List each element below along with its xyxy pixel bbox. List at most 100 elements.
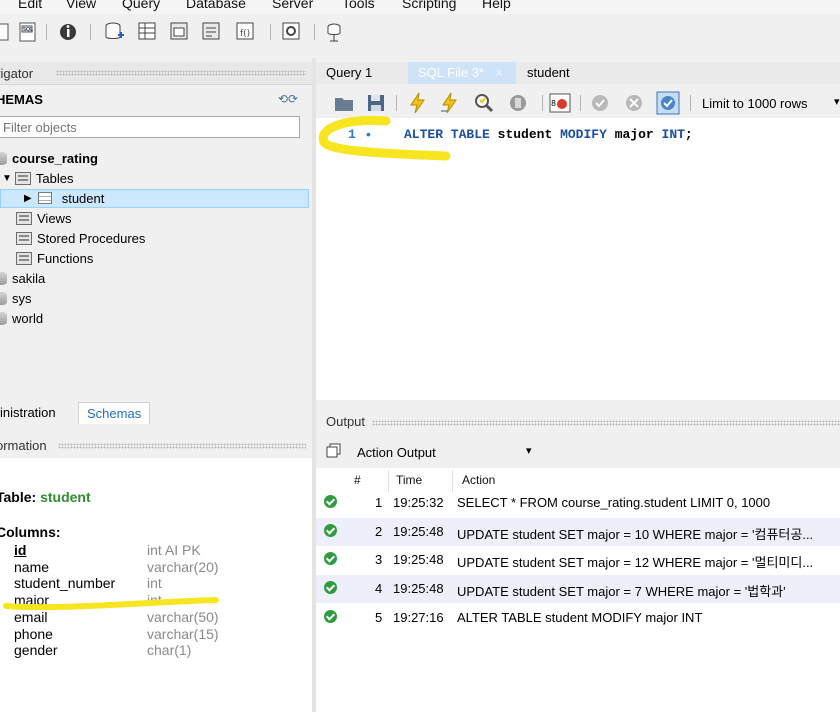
output-type-select[interactable]: Action Output ▾ bbox=[350, 440, 540, 462]
row-time: 19:27:16 bbox=[393, 609, 444, 625]
dropdown-arrow-icon: ▾ bbox=[834, 96, 840, 108]
column-type: int AI PK bbox=[147, 542, 201, 558]
explain-icon[interactable] bbox=[472, 91, 496, 115]
refresh-icon[interactable]: ⟲⟳ bbox=[278, 92, 298, 106]
success-check-icon bbox=[324, 495, 337, 508]
table-row[interactable]: 2 19:25:48 UPDATE student SET major = 10 W… bbox=[316, 517, 840, 546]
create-schema-icon[interactable] bbox=[102, 20, 126, 44]
tree-item-functions[interactable]: Functions bbox=[16, 248, 93, 268]
navigator-title: vigator bbox=[0, 66, 34, 81]
table-row[interactable]: 5 19:27:16 ALTER TABLE student MODIFY majo… bbox=[316, 604, 840, 632]
sql-editor[interactable]: 1 • ALTER TABLE student MODIFY major INT… bbox=[316, 115, 840, 400]
database-icon bbox=[0, 311, 7, 325]
open-sql-script-icon[interactable]: SQL bbox=[16, 20, 40, 44]
row-action: ALTER TABLE student MODIFY major INT bbox=[457, 609, 703, 625]
folder-icon bbox=[16, 231, 32, 245]
action-output-table: # Time Action 1 19:25:32 SELECT * FROM cou… bbox=[316, 468, 840, 712]
menu-view[interactable]: View bbox=[66, 0, 96, 11]
success-check-icon bbox=[324, 552, 337, 566]
new-connection-icon[interactable] bbox=[0, 20, 14, 44]
tree-item-label: sakila bbox=[12, 270, 46, 286]
tab-schemas[interactable]: Schemas bbox=[78, 402, 151, 424]
menu-edit[interactable]: Edit bbox=[18, 0, 42, 11]
column-name: student_number bbox=[14, 575, 116, 592]
create-view-icon[interactable] bbox=[168, 20, 192, 44]
limit-rows-label: Limit to 1000 rows bbox=[702, 96, 808, 111]
reconnect-icon[interactable] bbox=[322, 20, 346, 44]
limit-rows-select[interactable]: Limit to 1000 rows ▾ bbox=[698, 92, 840, 114]
filter-objects-input[interactable] bbox=[0, 116, 300, 138]
row-time: 19:25:48 bbox=[393, 581, 444, 597]
inspector-icon[interactable] bbox=[56, 20, 80, 44]
database-icon bbox=[0, 151, 7, 165]
table-icon bbox=[37, 192, 52, 204]
table-row[interactable]: 3 19:25:48 UPDATE student SET major = 12 W… bbox=[316, 546, 840, 574]
create-table-icon[interactable] bbox=[136, 20, 160, 44]
col-header-action: Action bbox=[462, 473, 496, 487]
success-check-icon bbox=[324, 581, 337, 595]
tree-item-sys[interactable]: sys bbox=[0, 288, 32, 308]
keyword: INT bbox=[661, 127, 685, 142]
success-check-icon bbox=[324, 609, 337, 623]
tree-item-course-rating[interactable]: course_rating bbox=[0, 148, 98, 168]
folder-icon bbox=[14, 171, 31, 185]
stop-on-error-icon[interactable]: 8 bbox=[548, 91, 572, 115]
tab-administration[interactable]: inistration bbox=[0, 402, 64, 424]
semicolon: ; bbox=[684, 127, 693, 142]
menu-server[interactable]: Server bbox=[272, 0, 313, 11]
commit-icon[interactable] bbox=[588, 91, 612, 115]
tree-item-tables[interactable]: ▼ Tables bbox=[2, 168, 73, 188]
create-procedure-icon[interactable] bbox=[200, 20, 224, 44]
tree-item-views[interactable]: Views bbox=[16, 208, 71, 228]
row-action: SELECT * FROM course_rating.student LIMI… bbox=[457, 495, 771, 510]
stop-icon[interactable] bbox=[506, 91, 530, 115]
tab-query-1[interactable]: Query 1 bbox=[316, 62, 398, 84]
tree-item-stored-procedures[interactable]: Stored Procedures bbox=[16, 228, 145, 248]
column-type: char(1) bbox=[147, 642, 192, 659]
expand-arrow-icon[interactable]: ▶ bbox=[24, 193, 32, 204]
svg-text:8: 8 bbox=[551, 99, 556, 108]
keyword: MODIFY bbox=[560, 127, 607, 142]
identifier: major bbox=[614, 127, 654, 142]
toolbar-separator bbox=[314, 24, 315, 40]
create-function-icon[interactable]: f() bbox=[234, 20, 258, 44]
menu-database[interactable]: Database bbox=[186, 0, 246, 11]
menu-query[interactable]: Query bbox=[122, 0, 160, 11]
table-row[interactable]: 4 19:25:48 UPDATE student SET major = 7 WH… bbox=[316, 575, 840, 604]
menu-scripting[interactable]: Scripting bbox=[402, 0, 456, 11]
close-tab-icon[interactable]: × bbox=[496, 65, 504, 80]
col-header-time: Time bbox=[396, 473, 423, 487]
schemas-title: HEMAS bbox=[0, 92, 43, 107]
row-time: 19:25:32 bbox=[393, 495, 444, 510]
search-table-data-icon[interactable] bbox=[280, 20, 304, 44]
rollback-icon[interactable] bbox=[622, 91, 646, 115]
copy-output-icon[interactable] bbox=[326, 443, 342, 459]
folder-icon bbox=[16, 251, 32, 265]
menu-tools[interactable]: Tools bbox=[342, 0, 375, 11]
svg-text:f(): f() bbox=[240, 29, 250, 39]
tree-item-world[interactable]: world bbox=[0, 308, 43, 328]
output-type-label: Action Output bbox=[357, 445, 436, 460]
output-toolbar: Action Output ▾ bbox=[316, 438, 840, 466]
pane-splitter[interactable] bbox=[312, 58, 316, 712]
tab-student[interactable]: student bbox=[518, 62, 608, 84]
table-row[interactable]: 1 19:25:32 SELECT * FROM course_rating.stu… bbox=[316, 489, 840, 517]
menu-help[interactable]: Help bbox=[482, 0, 511, 11]
row-time: 19:25:48 bbox=[393, 552, 444, 568]
row-number: 5 bbox=[375, 609, 383, 625]
tree-item-label: Views bbox=[37, 210, 72, 226]
tab-sql-file-3[interactable]: SQL File 3* × bbox=[408, 62, 516, 84]
tab-label: SQL File 3* bbox=[418, 65, 484, 80]
tree-item-label: course_rating bbox=[12, 150, 98, 166]
tree-item-label: sys bbox=[12, 290, 32, 306]
schema-tree: course_rating ▼ Tables ▶ student Views S… bbox=[0, 144, 312, 394]
table-info-title: Table: student bbox=[0, 489, 91, 505]
identifier: student bbox=[497, 127, 553, 142]
information-title: ormation bbox=[0, 438, 47, 453]
tree-item-student[interactable]: ▶ student bbox=[24, 188, 104, 208]
column-type: int bbox=[147, 575, 162, 592]
information-header: ormation bbox=[0, 436, 312, 456]
tree-item-sakila[interactable]: sakila bbox=[0, 268, 45, 288]
autocommit-toggle-icon[interactable] bbox=[656, 91, 680, 115]
collapse-arrow-icon[interactable]: ▼ bbox=[2, 173, 12, 184]
